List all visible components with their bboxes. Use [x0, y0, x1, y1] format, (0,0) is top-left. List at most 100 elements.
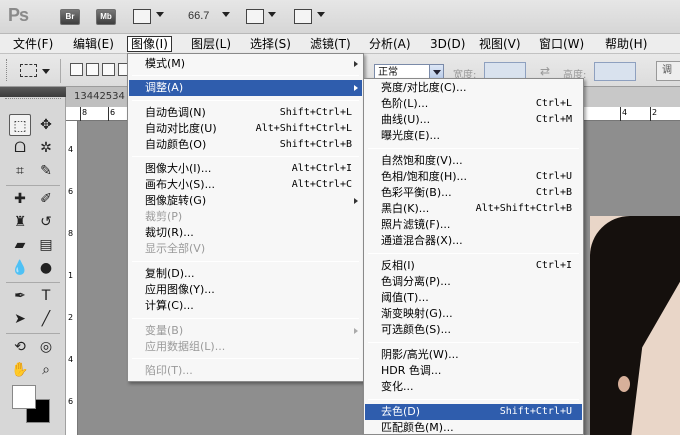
image-menu-item[interactable]: 应用图像(Y)... — [129, 282, 362, 298]
line-tool-icon[interactable]: ╱ — [35, 308, 57, 330]
new-selection-icon[interactable] — [70, 63, 83, 76]
adjust-menu-item[interactable]: 自然饱和度(V)... — [365, 153, 582, 169]
menu-separator — [132, 75, 359, 76]
type-tool-icon[interactable]: T — [35, 285, 57, 307]
lasso-tool-icon[interactable]: ᗝ — [9, 137, 31, 159]
marquee-tool-icon[interactable]: ⬚ — [9, 114, 31, 136]
zoom-tool-icon[interactable]: ⌕ — [35, 359, 57, 381]
adjust-menu-item[interactable]: 色彩平衡(B)... Ctrl+B — [365, 185, 582, 201]
crop-tool-icon[interactable]: ⌗ — [9, 160, 31, 182]
document-tab[interactable]: 13442534 — [66, 87, 128, 107]
refine-edge-button[interactable]: 调 — [656, 61, 680, 81]
brush-tool-icon[interactable]: ✐ — [35, 188, 57, 210]
image-menu-item[interactable]: 调整(A) — [129, 80, 362, 96]
eyedropper-tool-icon[interactable]: ✎ — [35, 160, 57, 182]
adjust-menu-item[interactable]: 色调分离(P)... — [365, 274, 582, 290]
subtract-selection-icon[interactable] — [102, 63, 115, 76]
adjust-menu-item[interactable]: 可选颜色(S)... — [365, 322, 582, 338]
adjust-menu-item-label: 黑白(K)... — [381, 202, 430, 215]
chevron-down-icon[interactable] — [222, 12, 230, 17]
image-menu-item-label: 变量(B) — [145, 324, 184, 337]
toolbox-header[interactable] — [0, 87, 66, 97]
image-menu-item[interactable]: 图像大小(I)... Alt+Ctrl+I — [129, 161, 362, 177]
3d-rotate-tool-icon[interactable]: ⟲ — [9, 336, 31, 358]
foreground-color-swatch[interactable] — [12, 385, 36, 409]
adjust-menu-item[interactable]: 照片滤镜(F)... — [365, 217, 582, 233]
menu-file[interactable]: 文件(F) — [10, 36, 56, 52]
menu-layer[interactable]: 图层(L) — [188, 36, 234, 52]
adjust-menu-item[interactable]: 曲线(U)... Ctrl+M — [365, 112, 582, 128]
arrange-documents-icon[interactable] — [246, 9, 264, 24]
adjust-menu-item[interactable]: 去色(D) Shift+Ctrl+U — [365, 404, 582, 420]
menu-3d[interactable]: 3D(D) — [427, 36, 468, 52]
adjust-menu-item-label: 色调分离(P)... — [381, 275, 451, 288]
image-menu-item[interactable]: 裁切(R)... — [129, 225, 362, 241]
vertical-ruler[interactable]: 4 6 8 1 2 4 6 — [66, 121, 78, 435]
eraser-tool-icon[interactable]: ▰ — [9, 234, 31, 256]
menu-help[interactable]: 帮助(H) — [602, 36, 650, 52]
move-tool-icon[interactable]: ✥ — [35, 114, 57, 136]
chevron-down-icon[interactable] — [268, 12, 276, 17]
magic-wand-tool-icon[interactable]: ✲ — [35, 137, 57, 159]
view-extras-icon[interactable] — [133, 9, 151, 24]
adjust-menu-item[interactable]: 阴影/高光(W)... — [365, 347, 582, 363]
image-menu-item[interactable]: 自动对比度(U) Alt+Shift+Ctrl+L — [129, 121, 362, 137]
adjust-menu-item-shortcut: Ctrl+L — [535, 98, 572, 109]
height-field[interactable] — [594, 62, 636, 81]
chevron-down-icon[interactable] — [42, 69, 50, 74]
3d-orbit-tool-icon[interactable]: ◎ — [35, 336, 57, 358]
adjust-menu-item[interactable]: HDR 色调... — [365, 363, 582, 379]
path-selection-tool-icon[interactable]: ➤ — [9, 308, 31, 330]
mini-bridge-button[interactable]: Mb — [96, 9, 116, 25]
menu-view[interactable]: 视图(V) — [476, 36, 524, 52]
menu-filter[interactable]: 滤镜(T) — [307, 36, 354, 52]
dodge-tool-icon[interactable]: ● — [35, 257, 57, 279]
image-menu-item[interactable]: 自动色调(N) Shift+Ctrl+L — [129, 105, 362, 121]
adjust-menu-item[interactable]: 黑白(K)... Alt+Shift+Ctrl+B — [365, 201, 582, 217]
adjust-menu-item[interactable]: 变化... — [365, 379, 582, 395]
image-menu-item[interactable]: 计算(C)... — [129, 298, 362, 314]
image-menu-item-shortcut: Shift+Ctrl+L — [279, 107, 352, 118]
menu-select[interactable]: 选择(S) — [247, 36, 294, 52]
pen-tool-icon[interactable]: ✒ — [9, 285, 31, 307]
chevron-down-icon[interactable] — [156, 12, 164, 17]
swap-icon[interactable]: ⇄ — [540, 64, 550, 78]
portrait-photo — [590, 216, 680, 435]
adjust-menu-item[interactable]: 阈值(T)... — [365, 290, 582, 306]
bridge-button[interactable]: Br — [60, 9, 80, 25]
rectangular-marquee-icon[interactable] — [20, 64, 37, 77]
adjust-menu-item[interactable]: 反相(I) Ctrl+I — [365, 258, 582, 274]
image-menu-item[interactable]: 画布大小(S)... Alt+Ctrl+C — [129, 177, 362, 193]
menu-edit[interactable]: 编辑(E) — [70, 36, 117, 52]
image-menu-item[interactable]: 自动颜色(O) Shift+Ctrl+B — [129, 137, 362, 153]
healing-brush-tool-icon[interactable]: ✚ — [9, 188, 31, 210]
adjust-menu-item[interactable]: 通道混合器(X)... — [365, 233, 582, 249]
toolbox-grip[interactable] — [5, 98, 61, 102]
screen-mode-icon[interactable] — [294, 9, 312, 24]
adjust-menu-item[interactable]: 亮度/对比度(C)... — [365, 80, 582, 96]
adjust-menu-item[interactable]: 匹配颜色(M)... — [365, 420, 582, 435]
add-to-selection-icon[interactable] — [86, 63, 99, 76]
image-menu-item: 变量(B) — [129, 323, 362, 339]
adjust-menu-item-shortcut: Ctrl+I — [535, 260, 572, 271]
adjust-menu-item[interactable]: 色阶(L)... Ctrl+L — [365, 96, 582, 112]
options-grip[interactable] — [6, 59, 9, 81]
clone-stamp-tool-icon[interactable]: ♜ — [9, 211, 31, 233]
menu-separator — [132, 100, 359, 101]
history-brush-tool-icon[interactable]: ↺ — [35, 211, 57, 233]
image-menu-item[interactable]: 模式(M) — [129, 56, 362, 72]
photo-ear — [618, 376, 630, 392]
adjust-menu-item[interactable]: 渐变映射(G)... — [365, 306, 582, 322]
menu-analysis[interactable]: 分析(A) — [366, 36, 414, 52]
gradient-tool-icon[interactable]: ▤ — [35, 234, 57, 256]
hand-tool-icon[interactable]: ✋ — [9, 359, 31, 381]
image-menu-item[interactable]: 复制(D)... — [129, 266, 362, 282]
image-menu-item[interactable]: 图像旋转(G) — [129, 193, 362, 209]
zoom-level[interactable]: 66.7 — [188, 10, 209, 22]
menu-image[interactable]: 图像(I) — [127, 36, 172, 52]
adjust-menu-item[interactable]: 色相/饱和度(H)... Ctrl+U — [365, 169, 582, 185]
adjust-menu-item[interactable]: 曝光度(E)... — [365, 128, 582, 144]
blur-tool-icon[interactable]: 💧 — [9, 257, 31, 279]
chevron-down-icon[interactable] — [317, 12, 325, 17]
menu-window[interactable]: 窗口(W) — [536, 36, 587, 52]
